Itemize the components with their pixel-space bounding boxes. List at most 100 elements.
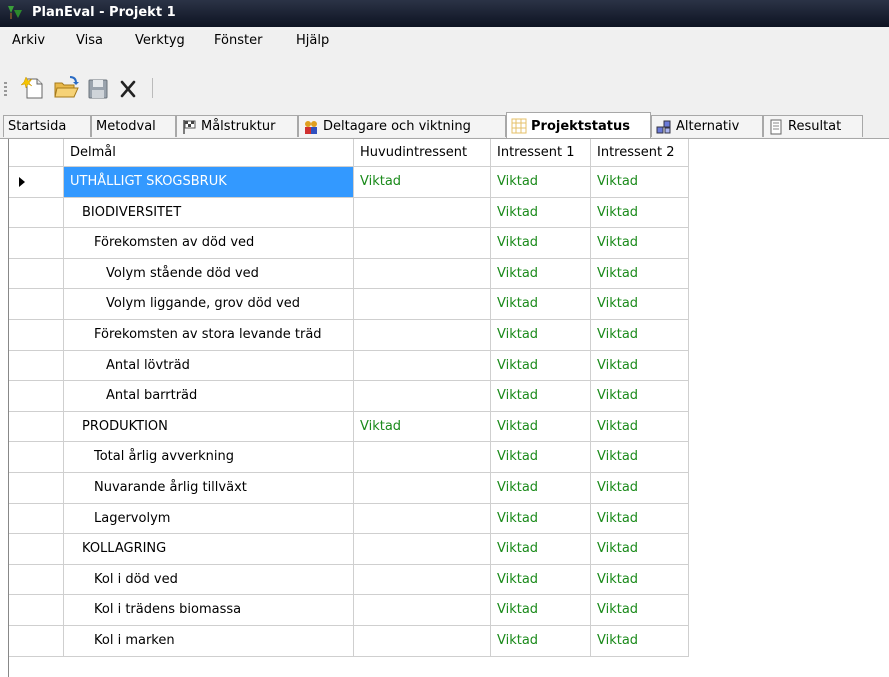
row-header[interactable] (9, 503, 64, 535)
row-header[interactable] (9, 411, 64, 443)
status-cell[interactable]: Viktad (491, 258, 591, 290)
menu-verktyg[interactable]: Verktyg (135, 33, 185, 48)
status-cell[interactable] (354, 258, 491, 290)
status-cell[interactable] (354, 595, 491, 626)
status-cell[interactable]: Viktad (491, 442, 591, 473)
status-cell[interactable]: Viktad (591, 381, 689, 412)
status-cell[interactable]: Viktad (491, 381, 591, 412)
row-header[interactable] (9, 167, 64, 198)
status-cell[interactable]: Viktad (491, 320, 591, 351)
status-cell[interactable]: Viktad (591, 167, 689, 198)
goal-name-cell[interactable]: Förekomsten av död ved (64, 228, 354, 259)
status-cell[interactable]: Viktad (491, 411, 591, 443)
menu-visa[interactable]: Visa (76, 33, 103, 48)
status-cell[interactable]: Viktad (591, 595, 689, 626)
goal-name-cell[interactable]: Kol i marken (64, 626, 354, 657)
status-cell[interactable] (354, 320, 491, 351)
goal-name-cell[interactable]: Volym liggande, grov död ved (64, 289, 354, 320)
row-header[interactable] (9, 197, 64, 229)
status-cell[interactable] (354, 197, 491, 229)
row-header[interactable] (9, 289, 64, 320)
status-cell[interactable]: Viktad (591, 411, 689, 443)
status-cell[interactable] (354, 534, 491, 565)
column-header-intressent-1[interactable]: Intressent 1 (491, 139, 591, 167)
row-header[interactable] (9, 626, 64, 657)
menu-fonster[interactable]: Fönster (214, 33, 262, 48)
goal-name-cell[interactable]: Kol i död ved (64, 564, 354, 596)
status-cell[interactable] (354, 442, 491, 473)
status-cell[interactable] (354, 350, 491, 382)
goal-name-cell[interactable]: Lagervolym (64, 503, 354, 535)
column-header-intressent-2[interactable]: Intressent 2 (591, 139, 689, 167)
status-cell[interactable]: Viktad (354, 167, 491, 198)
status-cell[interactable]: Viktad (591, 534, 689, 565)
column-header-delmal[interactable]: Delmål (64, 139, 354, 167)
row-header[interactable] (9, 320, 64, 351)
goal-name-cell[interactable]: BIODIVERSITET (64, 197, 354, 229)
status-cell[interactable] (354, 503, 491, 535)
tab-metodval[interactable]: Metodval (91, 115, 176, 137)
status-cell[interactable]: Viktad (591, 442, 689, 473)
new-button[interactable] (20, 74, 48, 102)
row-header[interactable] (9, 564, 64, 596)
status-cell[interactable]: Viktad (591, 228, 689, 259)
status-cell[interactable] (354, 381, 491, 412)
row-header[interactable] (9, 595, 64, 626)
status-cell[interactable]: Viktad (491, 534, 591, 565)
menu-arkiv[interactable]: Arkiv (12, 33, 45, 48)
status-cell[interactable]: Viktad (591, 320, 689, 351)
status-cell[interactable]: Viktad (591, 350, 689, 382)
status-cell[interactable]: Viktad (591, 503, 689, 535)
status-cell[interactable]: Viktad (591, 564, 689, 596)
goal-name-cell[interactable]: Förekomsten av stora levande träd (64, 320, 354, 351)
menu-hjalp[interactable]: Hjälp (296, 33, 329, 48)
goal-name-cell[interactable]: Total årlig avverkning (64, 442, 354, 473)
goal-name-cell[interactable]: Antal lövträd (64, 350, 354, 382)
goal-name-cell[interactable]: Antal barrträd (64, 381, 354, 412)
goal-name-cell[interactable]: KOLLAGRING (64, 534, 354, 565)
status-cell[interactable]: Viktad (491, 564, 591, 596)
goal-name-cell[interactable]: Kol i trädens biomassa (64, 595, 354, 626)
status-cell[interactable]: Viktad (491, 289, 591, 320)
goal-name-cell[interactable]: Volym stående död ved (64, 258, 354, 290)
row-header[interactable] (9, 381, 64, 412)
status-cell[interactable]: Viktad (591, 473, 689, 504)
status-cell[interactable] (354, 626, 491, 657)
status-cell[interactable]: Viktad (491, 473, 591, 504)
toolbar-grip[interactable] (4, 82, 7, 98)
row-header[interactable] (9, 442, 64, 473)
open-button[interactable] (52, 74, 80, 102)
row-header[interactable] (9, 228, 64, 259)
status-cell[interactable] (354, 473, 491, 504)
save-button[interactable] (84, 74, 112, 102)
status-cell[interactable]: Viktad (354, 411, 491, 443)
delete-button[interactable] (114, 74, 142, 102)
tab-startsida[interactable]: Startsida (3, 115, 91, 137)
status-cell[interactable]: Viktad (491, 595, 591, 626)
row-header[interactable] (9, 534, 64, 565)
status-cell[interactable]: Viktad (491, 197, 591, 229)
status-cell[interactable]: Viktad (591, 197, 689, 229)
status-cell[interactable]: Viktad (491, 228, 591, 259)
status-cell[interactable]: Viktad (591, 289, 689, 320)
status-cell[interactable] (354, 564, 491, 596)
tab-malstruktur[interactable]: Målstruktur (176, 115, 298, 137)
row-header[interactable] (9, 350, 64, 382)
status-cell[interactable] (354, 228, 491, 259)
row-header[interactable] (9, 473, 64, 504)
status-cell[interactable] (354, 289, 491, 320)
status-cell[interactable]: Viktad (591, 258, 689, 290)
row-header[interactable] (9, 258, 64, 290)
tab-projektstatus[interactable]: Projektstatus (506, 112, 651, 139)
status-cell[interactable]: Viktad (491, 167, 591, 198)
tab-deltagare[interactable]: Deltagare och viktning (298, 115, 506, 137)
goal-name-cell[interactable]: PRODUKTION (64, 411, 354, 443)
goal-name-cell[interactable]: Nuvarande årlig tillväxt (64, 473, 354, 504)
column-header-huvudintressent[interactable]: Huvudintressent (354, 139, 491, 167)
tab-resultat[interactable]: Resultat (763, 115, 863, 137)
status-cell[interactable]: Viktad (491, 350, 591, 382)
goal-name-cell[interactable]: UTHÅLLIGT SKOGSBRUK (64, 167, 354, 198)
status-cell[interactable]: Viktad (491, 626, 591, 657)
tab-alternativ[interactable]: Alternativ (651, 115, 763, 137)
status-cell[interactable]: Viktad (591, 626, 689, 657)
